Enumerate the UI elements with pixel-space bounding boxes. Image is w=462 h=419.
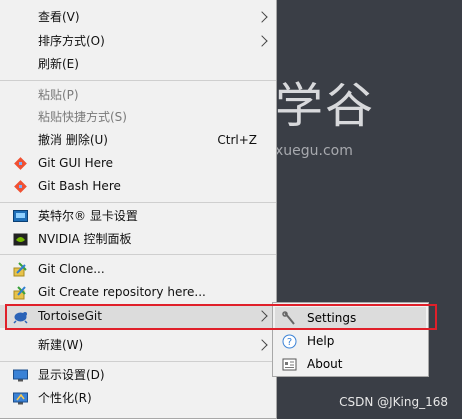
menu-item-label: 查看(V) [38, 10, 80, 24]
menu-item-refresh[interactable]: 刷新(E) [0, 53, 276, 76]
menu-item-new[interactable]: 新建(W) [0, 334, 276, 357]
chevron-right-icon [256, 35, 268, 47]
menu-separator [0, 361, 276, 362]
menu-item-label: 新建(W) [38, 338, 84, 352]
menu-item-label: Git Bash Here [38, 179, 121, 193]
menu-item-label: Git Clone... [38, 262, 105, 276]
nvidia-icon [13, 232, 28, 247]
desktop-brand-url: xuegu.com [275, 143, 353, 159]
git-clone-icon [13, 262, 28, 277]
menu-item-label: 刷新(E) [38, 57, 79, 71]
menu-item-label: Git Create repository here... [38, 285, 206, 299]
help-icon: ? [282, 334, 297, 349]
submenu-item-label: Settings [307, 311, 357, 325]
tortoisegit-icon [13, 309, 28, 324]
menu-item-git-bash[interactable]: Git Bash Here [0, 175, 276, 198]
menu-item-label: Git GUI Here [38, 156, 114, 170]
menu-item-paste[interactable]: 粘贴(P) [0, 84, 276, 107]
menu-separator [0, 80, 276, 81]
menu-item-label: 粘贴快捷方式(S) [38, 110, 127, 124]
menu-item-git-clone[interactable]: Git Clone... [0, 258, 276, 281]
submenu-item-label: Help [307, 334, 335, 348]
menu-item-personalize[interactable]: 个性化(R) [0, 387, 276, 410]
menu-item-label: 英特尔® 显卡设置 [38, 209, 138, 223]
menu-item-git-create-repo[interactable]: Git Create repository here... [0, 281, 276, 304]
menu-item-view[interactable]: 查看(V) [0, 6, 276, 29]
personalize-icon [13, 391, 28, 406]
menu-item-undo-delete[interactable]: 撤消 删除(U) Ctrl+Z [0, 129, 276, 152]
submenu-item-label: About [307, 357, 343, 371]
menu-item-label: 粘贴(P) [38, 88, 79, 102]
settings-wrench-icon [282, 311, 297, 326]
chevron-right-icon [256, 339, 268, 351]
menu-item-label: TortoiseGit [38, 309, 102, 323]
submenu-item-help[interactable]: ? Help [275, 330, 426, 353]
tortoisegit-submenu: Settings ? Help About [272, 302, 429, 377]
intel-graphics-icon [13, 209, 28, 224]
menu-item-tortoisegit[interactable]: TortoiseGit [0, 305, 276, 328]
chevron-right-icon [256, 11, 268, 23]
menu-item-label: 撤消 删除(U) [38, 133, 108, 147]
menu-separator [0, 254, 276, 255]
menu-item-shortcut: Ctrl+Z [217, 133, 257, 147]
about-icon [282, 357, 297, 372]
menu-item-intel-graphics[interactable]: 英特尔® 显卡设置 [0, 205, 276, 228]
menu-item-git-gui[interactable]: Git GUI Here [0, 152, 276, 175]
git-create-repo-icon [13, 285, 28, 300]
csdn-watermark: CSDN @JKing_168 [339, 395, 448, 409]
menu-item-label: NVIDIA 控制面板 [38, 232, 132, 246]
menu-item-label: 显示设置(D) [38, 368, 105, 382]
chevron-right-icon [256, 310, 268, 322]
git-gui-icon [13, 156, 28, 171]
menu-separator [0, 202, 276, 203]
svg-text:?: ? [287, 337, 292, 348]
menu-item-label: 个性化(R) [38, 391, 92, 405]
context-menu: 查看(V) 排序方式(O) 刷新(E) 粘贴(P) 粘贴快捷方式(S) 撤消 删… [0, 0, 277, 419]
menu-item-nvidia[interactable]: NVIDIA 控制面板 [0, 228, 276, 251]
submenu-item-about[interactable]: About [275, 353, 426, 376]
git-bash-icon [13, 179, 28, 194]
menu-item-paste-shortcut[interactable]: 粘贴快捷方式(S) [0, 106, 276, 129]
menu-item-display-settings[interactable]: 显示设置(D) [0, 364, 276, 387]
menu-item-sort-by[interactable]: 排序方式(O) [0, 30, 276, 53]
submenu-item-settings[interactable]: Settings [275, 307, 426, 330]
display-settings-icon [13, 368, 28, 383]
menu-item-label: 排序方式(O) [38, 34, 105, 48]
desktop-brand-logo: 学谷 [275, 78, 376, 134]
